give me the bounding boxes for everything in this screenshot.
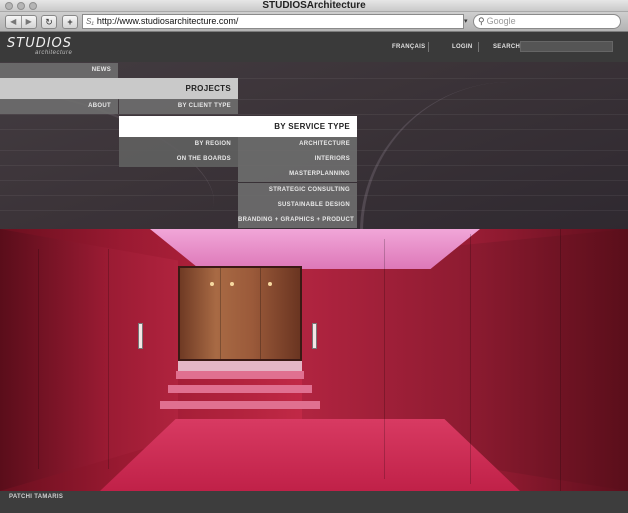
forward-arrow-icon[interactable]: ▶ — [22, 16, 37, 28]
chevron-down-icon[interactable]: ▾ — [464, 17, 468, 25]
studios-logo[interactable]: STUDIOS architecture — [7, 36, 73, 57]
project-caption[interactable]: PATCHI TAMARIS — [9, 494, 63, 500]
window-title: STUDIOSArchitecture — [262, 0, 366, 11]
service-item-masterplanning[interactable]: MASTERPLANNING — [238, 167, 357, 182]
add-bookmark-button[interactable]: + — [62, 15, 78, 29]
menu-item-about[interactable]: ABOUT — [0, 99, 118, 114]
site-header: STUDIOS architecture FRANÇAIS LOGIN SEAR… — [0, 32, 628, 62]
login-link[interactable]: LOGIN — [452, 44, 473, 50]
close-window-button[interactable] — [5, 2, 13, 10]
zoom-window-button[interactable] — [29, 2, 37, 10]
browser-toolbar: ◀ ▶ ↻ + S₁ http://www.studiosarchitecture… — [0, 12, 628, 32]
address-text: http://www.studiosarchitecture.com/ — [96, 16, 239, 26]
website-viewport: STUDIOS architecture FRANÇAIS LOGIN SEAR… — [0, 32, 628, 513]
featured-project-photo — [0, 229, 628, 491]
search-placeholder: Google — [486, 16, 516, 26]
menu-item-by-service-type[interactable]: BY SERVICE TYPE — [119, 116, 357, 137]
site-search-input[interactable] — [520, 41, 613, 52]
service-item-strategic-consulting[interactable]: STRATEGIC CONSULTING — [238, 183, 357, 198]
search-icon: ⚲ — [478, 16, 485, 26]
menu-item-on-the-boards[interactable]: ON THE BOARDS — [119, 152, 238, 167]
menu-item-news[interactable]: NEWS — [0, 63, 118, 78]
site-favicon-icon: S₁ — [86, 17, 94, 26]
address-bar[interactable]: S₁ http://www.studiosarchitecture.com/ — [82, 14, 464, 29]
menu-item-projects[interactable]: PROJECTS — [0, 78, 238, 99]
menu-item-by-client-type[interactable]: BY CLIENT TYPE — [119, 99, 238, 114]
window-titlebar: STUDIOSArchitecture — [0, 0, 628, 12]
service-item-branding-graphics-product[interactable]: BRANDING + GRAPHICS + PRODUCT — [238, 213, 357, 228]
reload-icon: ↻ — [45, 17, 53, 27]
browser-search-field[interactable]: ⚲ Google — [473, 14, 621, 29]
language-link-francais[interactable]: FRANÇAIS — [392, 44, 425, 50]
search-label: SEARCH — [493, 44, 521, 50]
header-divider — [478, 42, 479, 52]
back-forward-buttons[interactable]: ◀ ▶ — [5, 15, 37, 29]
reload-button[interactable]: ↻ — [41, 15, 57, 29]
logo-sub-text: architecture — [35, 50, 73, 56]
back-arrow-icon[interactable]: ◀ — [6, 16, 22, 28]
plus-icon: + — [67, 17, 73, 27]
logo-main-text: STUDIOS — [7, 36, 73, 51]
service-item-interiors[interactable]: INTERIORS — [238, 152, 357, 167]
project-caption-bar: PATCHI TAMARIS — [0, 491, 628, 513]
window-controls[interactable] — [5, 2, 37, 10]
service-item-sustainable-design[interactable]: SUSTAINABLE DESIGN — [238, 198, 357, 213]
service-item-architecture[interactable]: ARCHITECTURE — [238, 137, 357, 152]
header-divider — [428, 42, 429, 52]
minimize-window-button[interactable] — [17, 2, 25, 10]
menu-item-by-region[interactable]: BY REGION — [119, 137, 238, 152]
